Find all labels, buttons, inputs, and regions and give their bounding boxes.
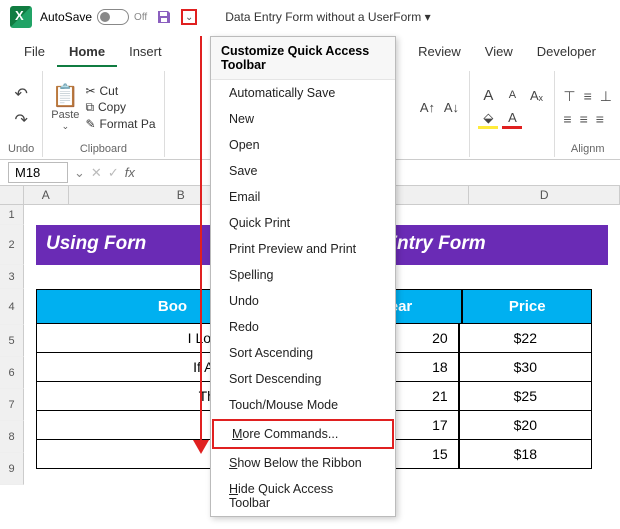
tab-home[interactable]: Home bbox=[57, 38, 117, 67]
align-bottom-icon[interactable]: ⊥ bbox=[600, 88, 612, 105]
row-header-8[interactable]: 8 bbox=[0, 421, 24, 453]
autosave-state: Off bbox=[134, 12, 147, 23]
row-header-4[interactable]: 4 bbox=[0, 289, 24, 325]
cut-button[interactable]: ✂ Cut bbox=[85, 84, 155, 98]
menu-item-email[interactable]: Email bbox=[211, 184, 395, 210]
paste-icon: 📋 bbox=[52, 83, 79, 109]
select-all-corner[interactable] bbox=[0, 186, 24, 204]
menu-item-auto-save[interactable]: Automatically Save bbox=[211, 80, 395, 106]
row-header-7[interactable]: 7 bbox=[0, 389, 24, 421]
cell-price[interactable]: $20 bbox=[459, 411, 592, 440]
row-header-3[interactable]: 3 bbox=[0, 265, 24, 289]
align-right-icon[interactable]: ≡ bbox=[596, 111, 604, 127]
toggle-switch-icon[interactable] bbox=[97, 9, 129, 25]
menu-item-hide-qat[interactable]: Hide Quick Access Toolbar bbox=[211, 476, 395, 516]
shrink-font-icon[interactable]: A bbox=[502, 85, 522, 105]
table-header-price[interactable]: Price bbox=[462, 289, 592, 324]
autosave-label: AutoSave bbox=[40, 10, 92, 24]
tab-developer[interactable]: Developer bbox=[525, 38, 608, 67]
row-header-2[interactable]: 2 bbox=[0, 225, 24, 265]
fx-icon[interactable]: fx bbox=[125, 165, 135, 180]
menu-item-show-below[interactable]: Show Below the Ribbon bbox=[211, 450, 395, 476]
row-header-6[interactable]: 6 bbox=[0, 357, 24, 389]
menu-item-redo[interactable]: Redo bbox=[211, 314, 395, 340]
clear-format-icon[interactable]: Aₓ bbox=[526, 85, 546, 105]
col-header-a[interactable]: A bbox=[24, 186, 69, 204]
cut-icon: ✂ bbox=[85, 84, 95, 98]
cell-price[interactable]: $18 bbox=[459, 440, 592, 469]
align-middle-icon[interactable]: ≡ bbox=[584, 88, 592, 105]
cell-price[interactable]: $25 bbox=[459, 382, 592, 411]
qat-menu-title: Customize Quick Access Toolbar bbox=[211, 37, 395, 80]
align-center-icon[interactable]: ≡ bbox=[580, 111, 588, 127]
row-header-1[interactable]: 1 bbox=[0, 205, 24, 225]
menu-item-sort-desc[interactable]: Sort Descending bbox=[211, 366, 395, 392]
autosave-toggle[interactable]: AutoSave Off bbox=[40, 9, 147, 25]
tab-view[interactable]: View bbox=[473, 38, 525, 67]
excel-logo-icon bbox=[10, 6, 32, 28]
undo-group-label: Undo bbox=[8, 143, 34, 155]
increase-font-icon[interactable]: A↑ bbox=[417, 97, 437, 117]
document-title[interactable]: Data Entry Form without a UserForm ▾ bbox=[225, 10, 430, 24]
menu-item-spelling[interactable]: Spelling bbox=[211, 262, 395, 288]
align-left-icon[interactable]: ≡ bbox=[563, 111, 571, 127]
title-bar: AutoSave Off ⌄ Data Entry Form without a… bbox=[0, 0, 620, 34]
grow-font-icon[interactable]: A bbox=[478, 85, 498, 105]
cancel-icon[interactable]: ✕ bbox=[91, 165, 102, 181]
alignment-label: Alignm bbox=[571, 143, 605, 155]
save-icon[interactable] bbox=[155, 8, 173, 26]
font-color-icon[interactable]: A bbox=[502, 109, 522, 129]
menu-item-undo[interactable]: Undo bbox=[211, 288, 395, 314]
menu-item-save[interactable]: Save bbox=[211, 158, 395, 184]
font-style-group: A A Aₓ ⬙ A bbox=[470, 71, 555, 157]
undo-icon[interactable]: ↶ bbox=[14, 84, 27, 104]
copy-icon: ⧉ bbox=[85, 100, 94, 115]
clipboard-label: Clipboard bbox=[80, 143, 127, 155]
menu-item-print-preview[interactable]: Print Preview and Print bbox=[211, 236, 395, 262]
decrease-font-icon[interactable]: A↓ bbox=[441, 97, 461, 117]
row-header-9[interactable]: 9 bbox=[0, 453, 24, 485]
qat-customize-dropdown[interactable]: ⌄ bbox=[181, 9, 197, 25]
col-header-d[interactable]: D bbox=[469, 186, 620, 204]
alignment-group: ⊤ ≡ ⊥ ≡ ≡ ≡ Alignm bbox=[555, 71, 620, 157]
paste-button[interactable]: 📋 Paste ⌄ bbox=[51, 83, 79, 132]
copy-button[interactable]: ⧉ Copy bbox=[85, 100, 155, 115]
menu-item-open[interactable]: Open bbox=[211, 132, 395, 158]
cell-price[interactable]: $22 bbox=[459, 324, 592, 353]
clipboard-group: 📋 Paste ⌄ ✂ Cut ⧉ Copy ✎ Format Pa Clipb… bbox=[43, 71, 164, 157]
enter-icon[interactable]: ✓ bbox=[108, 165, 119, 181]
undo-group: ↶ ↷ Undo bbox=[0, 71, 43, 157]
annotation-arrow-line bbox=[200, 36, 202, 446]
tab-file[interactable]: File bbox=[12, 38, 57, 67]
tab-review[interactable]: Review bbox=[406, 38, 473, 67]
menu-item-quick-print[interactable]: Quick Print bbox=[211, 210, 395, 236]
menu-item-more-commands[interactable]: More Commands... bbox=[212, 419, 394, 449]
format-painter-button[interactable]: ✎ Format Pa bbox=[85, 117, 155, 131]
row-header-5[interactable]: 5 bbox=[0, 325, 24, 357]
name-box[interactable]: M18 bbox=[8, 162, 68, 183]
cell-price[interactable]: $30 bbox=[459, 353, 592, 382]
qat-customize-menu: Customize Quick Access Toolbar Automatic… bbox=[210, 36, 396, 517]
menu-item-sort-asc[interactable]: Sort Ascending bbox=[211, 340, 395, 366]
menu-item-new[interactable]: New bbox=[211, 106, 395, 132]
annotation-arrow-head-icon bbox=[193, 440, 209, 454]
namebox-dropdown-icon[interactable]: ⌄ bbox=[74, 165, 85, 181]
align-top-icon[interactable]: ⊤ bbox=[563, 88, 575, 105]
tab-insert[interactable]: Insert bbox=[117, 38, 174, 67]
menu-item-touch-mouse[interactable]: Touch/Mouse Mode bbox=[211, 392, 395, 418]
brush-icon: ✎ bbox=[85, 117, 95, 131]
redo-icon[interactable]: ↷ bbox=[14, 110, 27, 130]
fill-color-icon[interactable]: ⬙ bbox=[478, 109, 498, 129]
